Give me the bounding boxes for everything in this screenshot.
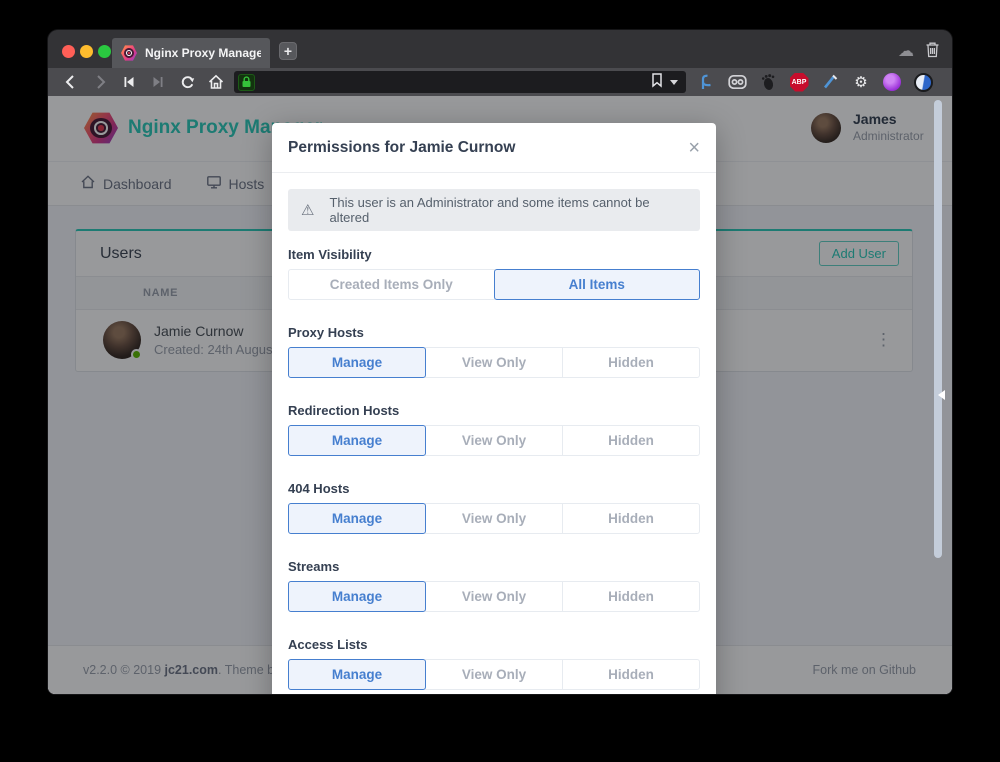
segmented-control: ManageView OnlyHidden [288, 581, 700, 612]
page-viewport: Nginx Proxy Manager James Administrator … [48, 96, 952, 694]
privacy-circle-icon[interactable] [913, 72, 933, 92]
option-view-only[interactable]: View Only [425, 659, 563, 690]
option-hidden[interactable]: Hidden [562, 503, 700, 534]
trash-icon[interactable] [925, 41, 940, 63]
option-manage[interactable]: Manage [288, 425, 426, 456]
permission-group-access-lists: Access Lists ManageView OnlyHidden [288, 637, 700, 690]
segmented-control: ManageView OnlyHidden [288, 347, 700, 378]
browser-tab[interactable]: Nginx Proxy Manager [112, 38, 270, 68]
reload-icon[interactable] [176, 71, 198, 93]
permission-group-label: 404 Hosts [288, 481, 700, 496]
permission-group-404-hosts: 404 Hosts ManageView OnlyHidden [288, 481, 700, 534]
alert-text: This user is an Administrator and some i… [329, 195, 687, 225]
permission-group-item-visibility: Item Visibility Created Items OnlyAll Ite… [288, 247, 700, 300]
option-hidden[interactable]: Hidden [562, 347, 700, 378]
color-picker-pen-icon[interactable] [820, 72, 840, 92]
new-tab-button[interactable]: + [279, 42, 297, 60]
option-hidden[interactable]: Hidden [562, 581, 700, 612]
option-manage[interactable]: Manage [288, 659, 426, 690]
option-view-only[interactable]: View Only [425, 347, 563, 378]
adblock-plus-icon[interactable]: ABP [789, 72, 809, 92]
permission-groups: Item Visibility Created Items OnlyAll Ite… [288, 247, 700, 690]
browser-tab-bar: Nginx Proxy Manager + ☁ [48, 30, 952, 68]
option-all-items[interactable]: All Items [494, 269, 701, 300]
edge-arrow-icon [933, 390, 945, 400]
settings-gear-icon[interactable]: ⚙ [851, 72, 871, 92]
home-icon[interactable] [205, 71, 227, 93]
modal-header: Permissions for Jamie Curnow × [272, 123, 716, 173]
abp-badge: ABP [790, 73, 809, 92]
permission-group-label: Streams [288, 559, 700, 574]
close-window-button[interactable] [62, 45, 75, 58]
favicon-nginx-proxy-manager [121, 45, 137, 61]
close-icon[interactable]: × [688, 138, 700, 158]
permission-group-label: Proxy Hosts [288, 325, 700, 340]
option-view-only[interactable]: View Only [425, 425, 563, 456]
tree-style-tab-icon[interactable] [696, 72, 716, 92]
permission-group-streams: Streams ManageView OnlyHidden [288, 559, 700, 612]
permission-group-redirection-hosts: Redirection Hosts ManageView OnlyHidden [288, 403, 700, 456]
zoom-window-button[interactable] [98, 45, 111, 58]
segmented-control: Created Items OnlyAll Items [288, 269, 700, 300]
last-page-icon[interactable] [147, 71, 169, 93]
permission-group-label: Item Visibility [288, 247, 700, 262]
url-bar[interactable] [234, 71, 686, 93]
option-hidden[interactable]: Hidden [562, 425, 700, 456]
permission-group-label: Access Lists [288, 637, 700, 652]
option-manage[interactable]: Manage [288, 503, 426, 534]
forward-icon[interactable] [89, 71, 111, 93]
goggles-icon[interactable] [727, 72, 747, 92]
extension-icons-row: ABP ⚙ [696, 72, 933, 92]
segmented-control: ManageView OnlyHidden [288, 659, 700, 690]
tab-title: Nginx Proxy Manager [145, 46, 261, 60]
option-manage[interactable]: Manage [288, 347, 426, 378]
segmented-control: ManageView OnlyHidden [288, 503, 700, 534]
minimize-window-button[interactable] [80, 45, 93, 58]
first-page-icon[interactable] [118, 71, 140, 93]
purple-extension-icon[interactable] [882, 72, 902, 92]
option-view-only[interactable]: View Only [425, 581, 563, 612]
https-lock-icon[interactable] [238, 74, 255, 91]
browser-toolbar: ABP ⚙ [48, 68, 952, 96]
scrollbar-thumb[interactable] [934, 100, 942, 558]
permission-group-proxy-hosts: Proxy Hosts ManageView OnlyHidden [288, 325, 700, 378]
back-icon[interactable] [60, 71, 82, 93]
cloud-sync-icon[interactable]: ☁ [898, 41, 914, 61]
segmented-control: ManageView OnlyHidden [288, 425, 700, 456]
permission-group-label: Redirection Hosts [288, 403, 700, 418]
admin-alert: ⚠ This user is an Administrator and some… [288, 189, 700, 231]
warning-icon: ⚠ [301, 201, 314, 219]
gnome-foot-icon[interactable] [758, 72, 778, 92]
option-hidden[interactable]: Hidden [562, 659, 700, 690]
modal-title: Permissions for Jamie Curnow [288, 139, 515, 157]
option-created-items-only[interactable]: Created Items Only [288, 269, 495, 300]
bookmarks-dropdown-icon[interactable] [670, 80, 678, 89]
option-view-only[interactable]: View Only [425, 503, 563, 534]
option-manage[interactable]: Manage [288, 581, 426, 612]
permissions-modal: Permissions for Jamie Curnow × ⚠ This us… [272, 123, 716, 694]
modal-body: ⚠ This user is an Administrator and some… [272, 173, 716, 694]
browser-window: Nginx Proxy Manager + ☁ [48, 30, 952, 694]
bookmark-icon[interactable] [650, 72, 664, 93]
